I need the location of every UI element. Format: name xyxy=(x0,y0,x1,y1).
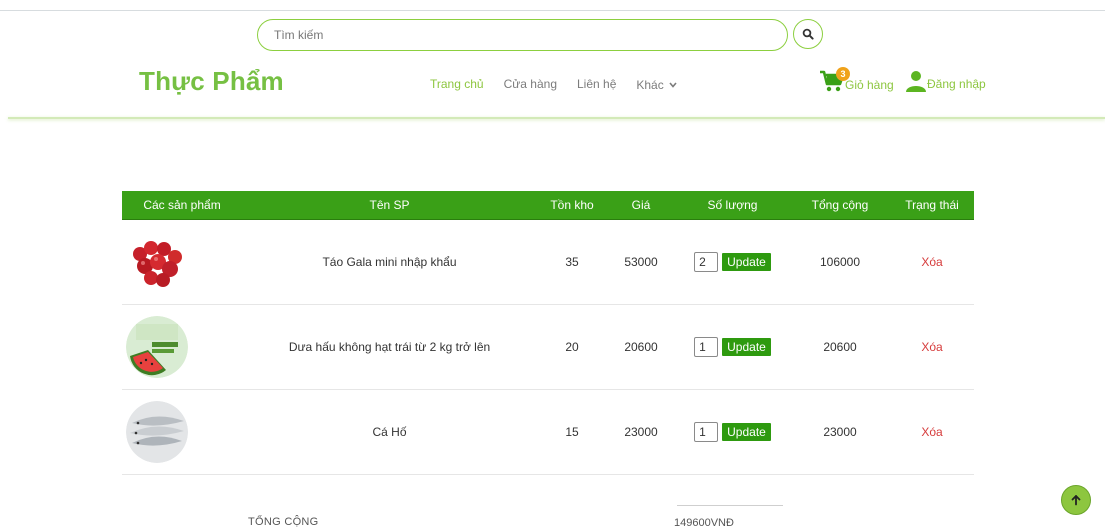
product-price: 23000 xyxy=(607,389,675,475)
product-name: Cá Hố xyxy=(242,389,537,475)
table-row: Cá Hố 15 23000 Update 23000 Xóa xyxy=(122,389,974,475)
apple-image xyxy=(126,230,188,293)
grand-total-label: TỔNG CỘNG xyxy=(248,516,319,527)
search-button[interactable] xyxy=(793,19,823,49)
update-button[interactable]: Update xyxy=(722,337,771,356)
line-total: 23000 xyxy=(790,389,890,475)
search-box[interactable] xyxy=(257,19,788,51)
arrow-up-icon xyxy=(1071,495,1081,506)
col-total: Tổng cộng xyxy=(790,191,890,220)
login-label: Đăng nhập xyxy=(927,77,986,91)
product-name: Dưa hấu không hạt trái từ 2 kg trở lên xyxy=(242,304,537,390)
quantity-cell: Update xyxy=(675,389,790,475)
nav-more-label: Khác xyxy=(636,78,664,92)
top-rule xyxy=(0,10,1105,11)
quantity-cell: Update xyxy=(675,219,790,305)
product-image-cell xyxy=(122,304,242,390)
status-cell: Xóa xyxy=(890,389,974,475)
product-name: Táo Gala mini nhập khẩu xyxy=(242,219,537,305)
cart-icon: 3 xyxy=(819,67,850,93)
back-to-top-button[interactable] xyxy=(1061,485,1091,515)
table-row: Táo Gala mini nhập khẩu 35 53000 Update … xyxy=(122,219,974,305)
delete-link[interactable]: Xóa xyxy=(921,425,942,439)
product-stock: 35 xyxy=(537,219,607,305)
watermelon-image xyxy=(126,315,188,378)
product-image-cell xyxy=(122,219,242,305)
status-cell: Xóa xyxy=(890,219,974,305)
total-divider xyxy=(677,505,783,506)
product-price: 20600 xyxy=(607,304,675,390)
col-name: Tên SP xyxy=(242,191,537,220)
update-button[interactable]: Update xyxy=(722,252,771,271)
update-button[interactable]: Update xyxy=(722,422,771,441)
cart-label: Giỏ hàng xyxy=(845,78,894,92)
product-stock: 15 xyxy=(537,389,607,475)
table-row: Dưa hấu không hạt trái từ 2 kg trở lên 2… xyxy=(122,304,974,390)
main-nav: Trang chủ Cửa hàng Liên hệ Khác xyxy=(430,77,697,92)
col-price: Giá xyxy=(607,191,675,220)
cart-button[interactable]: 3 Giỏ hàng xyxy=(819,67,894,93)
cart-count-badge: 3 xyxy=(836,67,850,81)
nav-home[interactable]: Trang chủ xyxy=(430,77,484,92)
col-quantity: Số lượng xyxy=(675,191,790,220)
brand-logo[interactable]: Thực Phẩm xyxy=(139,66,284,97)
col-stock: Tồn kho xyxy=(537,191,607,220)
search-input[interactable] xyxy=(258,20,787,50)
login-button[interactable]: Đăng nhập xyxy=(905,70,986,92)
line-total: 106000 xyxy=(790,219,890,305)
col-status: Trạng thái xyxy=(890,191,974,220)
line-total: 20600 xyxy=(790,304,890,390)
nav-contact[interactable]: Liên hệ xyxy=(577,77,616,92)
product-image-cell xyxy=(122,389,242,475)
product-stock: 20 xyxy=(537,304,607,390)
product-price: 53000 xyxy=(607,219,675,305)
quantity-input[interactable] xyxy=(694,421,719,442)
quantity-input[interactable] xyxy=(694,336,719,357)
grand-total-value: 149600VNĐ xyxy=(674,517,734,527)
user-icon xyxy=(906,71,926,92)
quantity-input[interactable] xyxy=(694,251,719,272)
fish-image xyxy=(126,400,188,463)
search-icon xyxy=(802,28,814,40)
table-header-row: Các sản phẩm Tên SP Tồn kho Giá Số lượng… xyxy=(122,191,974,220)
cart-table: Các sản phẩm Tên SP Tồn kho Giá Số lượng… xyxy=(122,191,974,475)
header-divider xyxy=(8,117,1105,119)
nav-store[interactable]: Cửa hàng xyxy=(504,77,557,92)
delete-link[interactable]: Xóa xyxy=(921,255,942,269)
nav-more[interactable]: Khác xyxy=(636,77,677,92)
status-cell: Xóa xyxy=(890,304,974,390)
col-products: Các sản phẩm xyxy=(122,191,242,220)
quantity-cell: Update xyxy=(675,304,790,390)
delete-link[interactable]: Xóa xyxy=(921,340,942,354)
chevron-down-icon xyxy=(669,77,677,91)
